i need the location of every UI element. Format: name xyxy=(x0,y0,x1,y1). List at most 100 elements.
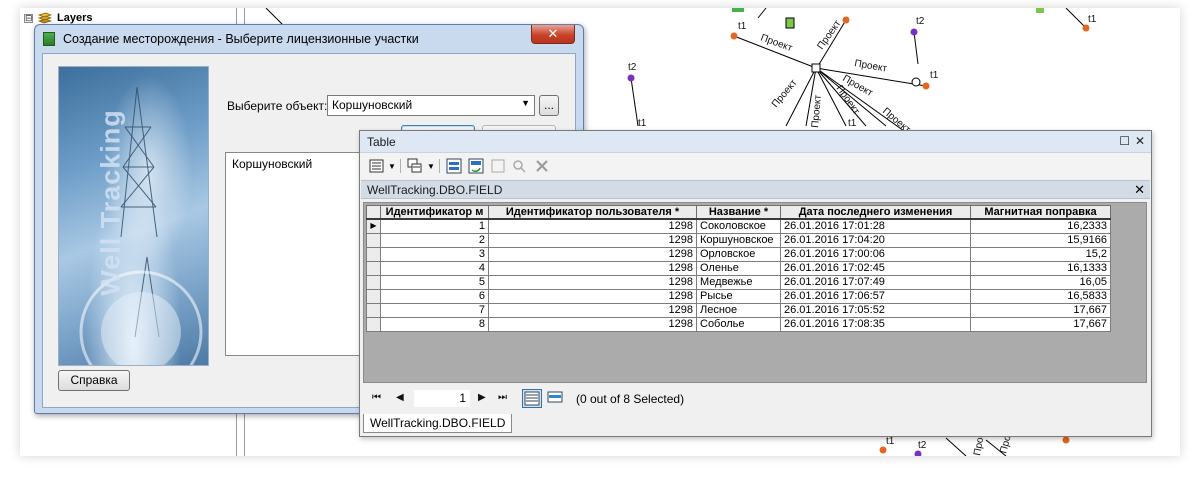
toc-layers-node[interactable]: ⊟ Layers xyxy=(24,12,92,24)
maximize-icon[interactable]: ☐ xyxy=(1119,134,1130,148)
column-header[interactable]: Идентификатор пользователя * xyxy=(488,205,697,220)
table-cell[interactable]: 16,2333 xyxy=(970,218,1111,234)
dialog-titlebar[interactable]: Создание месторождения - Выберите лиценз… xyxy=(35,25,583,53)
table-cell[interactable]: 26.01.2016 17:07:49 xyxy=(780,274,971,290)
table-header-row: Идентификатор м Идентификатор пользовате… xyxy=(366,205,1111,220)
table-cell[interactable]: Оленье xyxy=(696,260,781,276)
table-cell[interactable]: 8 xyxy=(380,316,489,332)
table-cell[interactable]: 26.01.2016 17:06:57 xyxy=(780,288,971,304)
list-item[interactable]: Коршуновский xyxy=(232,157,358,171)
row-selector-header[interactable] xyxy=(366,205,381,220)
banner-text: Well Tracking xyxy=(95,109,126,296)
table-cell[interactable]: Коршуновское xyxy=(696,232,781,248)
row-selector[interactable] xyxy=(366,288,381,304)
collapse-icon[interactable]: ⊟ xyxy=(24,13,33,23)
table-cell[interactable]: 15,2 xyxy=(970,246,1111,262)
row-selector[interactable] xyxy=(366,316,381,332)
table-cell[interactable]: 5 xyxy=(380,274,489,290)
clear-selection-icon[interactable] xyxy=(490,158,506,174)
table-cell[interactable]: 1298 xyxy=(488,260,697,276)
table-cell[interactable]: Соколовское xyxy=(696,218,781,234)
column-header[interactable]: Магнитная поправка xyxy=(970,205,1111,220)
previous-record-icon[interactable]: ◀ xyxy=(396,392,404,403)
map-label: t1 xyxy=(848,118,857,129)
row-selector[interactable]: ▶ xyxy=(366,218,381,234)
table-cell[interactable]: Собольe xyxy=(696,316,781,332)
table-cell[interactable]: 2 xyxy=(380,232,489,248)
table-cell[interactable]: 1 xyxy=(380,218,489,234)
row-selector[interactable] xyxy=(366,302,381,318)
current-record-input[interactable]: 1 xyxy=(414,390,470,407)
chevron-down-icon[interactable]: ▼ xyxy=(427,162,435,171)
column-header[interactable]: Дата последнего изменения xyxy=(780,205,971,220)
row-selector[interactable] xyxy=(366,232,381,248)
browse-button[interactable]: ... xyxy=(539,95,559,116)
table-cell[interactable]: 15,9166 xyxy=(970,232,1111,248)
table-cell[interactable]: 17,667 xyxy=(970,302,1111,318)
table-cell[interactable]: Рысье xyxy=(696,288,781,304)
close-icon[interactable]: ✕ xyxy=(1134,182,1145,198)
switch-selection-icon[interactable] xyxy=(468,158,484,174)
select-by-attributes-icon[interactable] xyxy=(446,158,462,174)
table-row[interactable]: 8 1298 Собольe 26.01.2016 17:08:35 17,66… xyxy=(366,316,1111,332)
table-cell[interactable]: 26.01.2016 17:04:20 xyxy=(780,232,971,248)
table-cell[interactable]: 1298 xyxy=(488,274,697,290)
map-label: Проект xyxy=(770,77,800,110)
table-cell[interactable]: 3 xyxy=(380,246,489,262)
table-cell[interactable]: 4 xyxy=(380,260,489,276)
column-header[interactable]: Идентификатор м xyxy=(380,205,489,220)
first-record-icon[interactable]: ⏮ xyxy=(372,392,381,403)
table-cell[interactable]: 1298 xyxy=(488,288,697,304)
table-cell[interactable]: Медвежье xyxy=(696,274,781,290)
table-row[interactable]: 5 1298 Медвежье 26.01.2016 17:07:49 16,0… xyxy=(366,274,1111,290)
row-selector[interactable] xyxy=(366,260,381,276)
related-tables-icon[interactable] xyxy=(407,158,423,174)
table-cell[interactable]: 1298 xyxy=(488,232,697,248)
table-row[interactable]: 6 1298 Рысье 26.01.2016 17:06:57 16,5833 xyxy=(366,288,1111,304)
table-row[interactable]: ▶ 1 1298 Соколовское 26.01.2016 17:01:28… xyxy=(366,218,1111,234)
table-cell[interactable]: 16,05 xyxy=(970,274,1111,290)
table-cell[interactable]: Орловское xyxy=(696,246,781,262)
table-options-icon[interactable] xyxy=(369,158,385,174)
table-cell[interactable]: 26.01.2016 17:05:52 xyxy=(780,302,971,318)
attribute-table: Идентификатор м Идентификатор пользовате… xyxy=(366,205,1111,332)
zoom-to-selected-icon[interactable] xyxy=(511,158,527,174)
last-record-icon[interactable]: ⏭ xyxy=(498,392,507,403)
table-cell[interactable]: 1298 xyxy=(488,218,697,234)
table-row[interactable]: 4 1298 Оленье 26.01.2016 17:02:45 16,133… xyxy=(366,260,1111,276)
table-cell[interactable]: 7 xyxy=(380,302,489,318)
table-cell[interactable]: 1298 xyxy=(488,316,697,332)
table-cell[interactable]: 1298 xyxy=(488,302,697,318)
show-selected-records-button[interactable] xyxy=(545,389,565,408)
table-cell[interactable]: 16,1333 xyxy=(970,260,1111,276)
dialog-close-button[interactable]: ✕ xyxy=(531,25,575,44)
close-icon[interactable]: ✕ xyxy=(1135,134,1145,148)
chevron-down-icon[interactable]: ▼ xyxy=(521,98,530,108)
table-row[interactable]: 3 1298 Орловское 26.01.2016 17:00:06 15,… xyxy=(366,246,1111,262)
object-select[interactable]: Коршуновский ▼ xyxy=(327,95,535,116)
help-button[interactable]: Справка xyxy=(58,370,130,391)
table-window-titlebar[interactable]: Table ☐ ✕ xyxy=(360,131,1151,153)
table-row[interactable]: 7 1298 Лесное 26.01.2016 17:05:52 17,667 xyxy=(366,302,1111,318)
delete-selected-icon[interactable] xyxy=(534,158,550,174)
table-cell[interactable]: 26.01.2016 17:08:35 xyxy=(780,316,971,332)
table-cell[interactable]: 6 xyxy=(380,288,489,304)
next-record-icon[interactable]: ▶ xyxy=(478,392,486,403)
table-cell[interactable]: 26.01.2016 17:02:45 xyxy=(780,260,971,276)
chevron-down-icon[interactable]: ▼ xyxy=(388,162,396,171)
table-cell[interactable]: 17,667 xyxy=(970,316,1111,332)
table-cell[interactable]: 26.01.2016 17:01:28 xyxy=(780,218,971,234)
table-bottom-tab[interactable]: WellTracking.DBO.FIELD xyxy=(363,414,513,433)
column-header[interactable]: Название * xyxy=(696,205,781,220)
attribute-grid[interactable]: Идентификатор м Идентификатор пользовате… xyxy=(363,202,1147,383)
row-selector[interactable] xyxy=(366,246,381,262)
map-node xyxy=(879,446,887,454)
table-row[interactable]: 2 1298 Коршуновское 26.01.2016 17:04:20 … xyxy=(366,232,1111,248)
row-selector[interactable] xyxy=(366,274,381,290)
table-cell[interactable]: 16,5833 xyxy=(970,288,1111,304)
table-cell[interactable]: Лесное xyxy=(696,302,781,318)
table-cell[interactable]: 1298 xyxy=(488,246,697,262)
selected-licenses-list[interactable]: Коршуновский xyxy=(225,152,365,356)
table-cell[interactable]: 26.01.2016 17:00:06 xyxy=(780,246,971,262)
show-all-records-button[interactable] xyxy=(522,389,542,408)
